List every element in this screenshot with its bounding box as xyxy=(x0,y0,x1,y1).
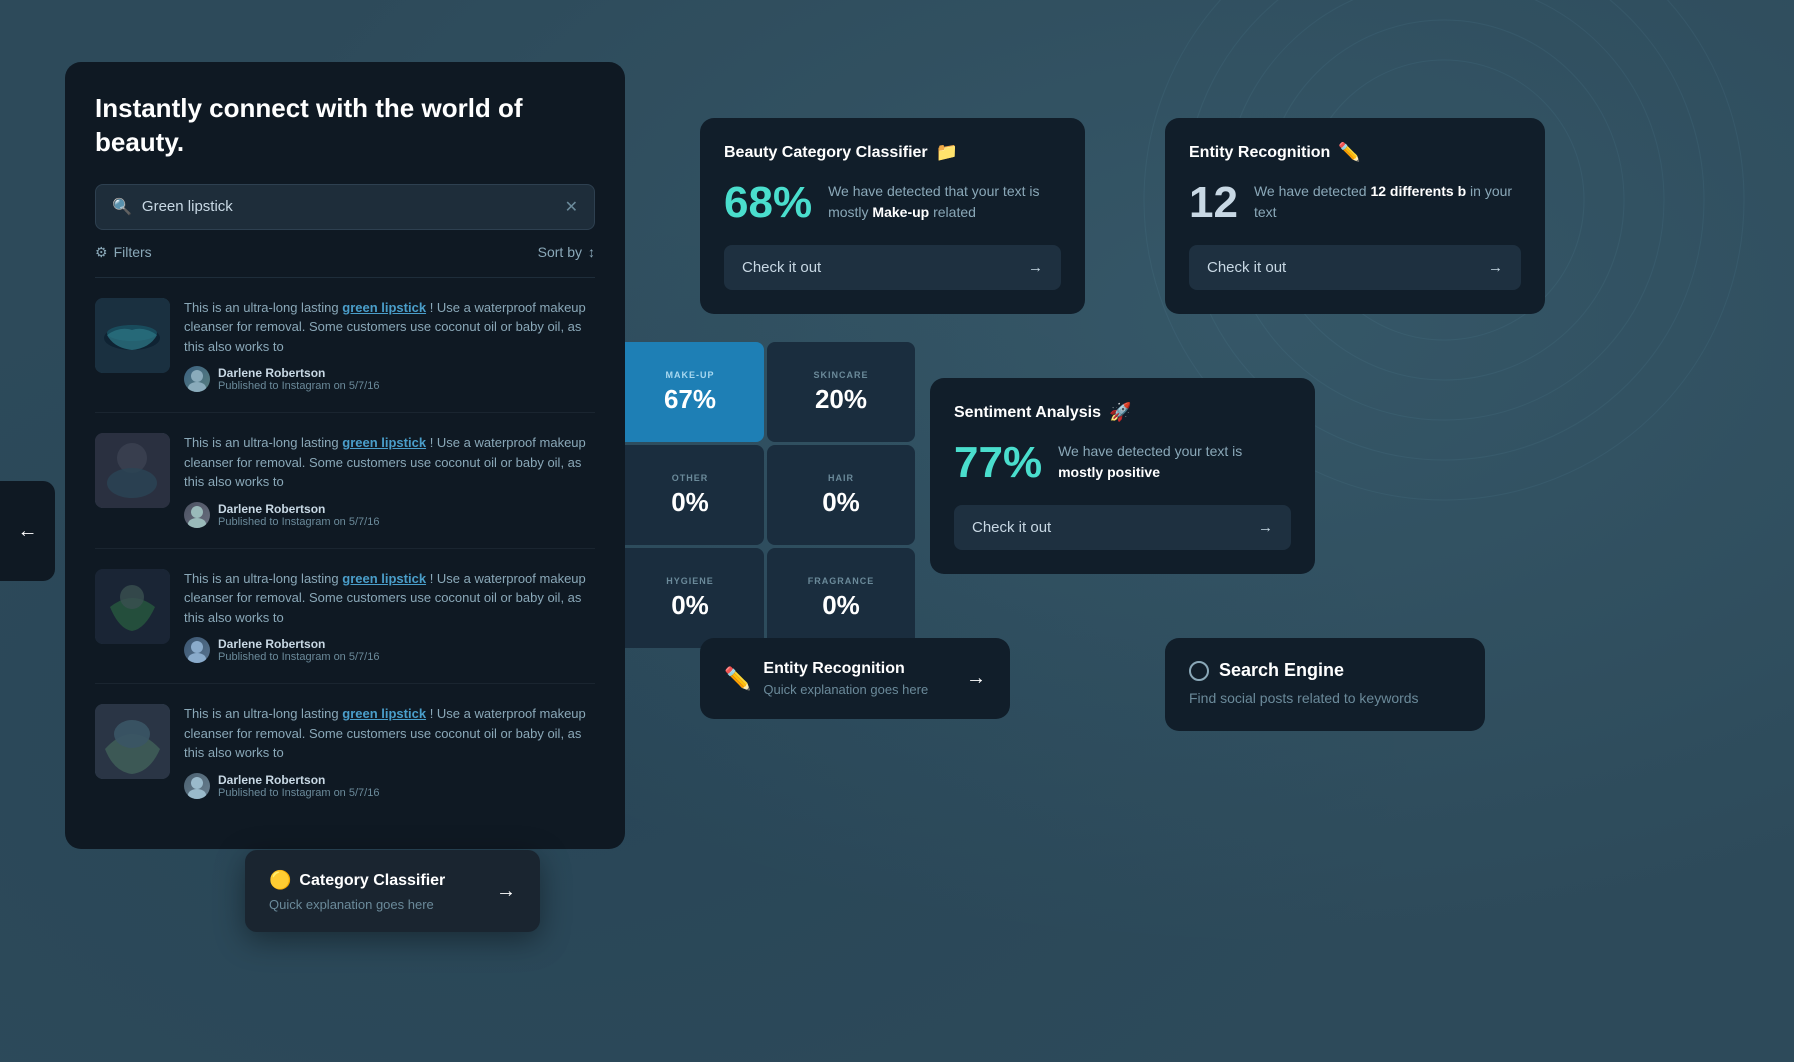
panel-title: Instantly connect with the world of beau… xyxy=(95,92,595,160)
author-avatar-2 xyxy=(184,502,210,528)
beauty-card-icon: 📁 xyxy=(936,142,958,163)
beauty-cta-arrow-icon: → xyxy=(1028,259,1043,276)
post-item: This is an ultra-long lasting green lips… xyxy=(95,704,595,819)
post-image-4 xyxy=(95,704,170,779)
left-panel: Instantly connect with the world of beau… xyxy=(65,62,625,849)
post-thumbnail-4 xyxy=(95,704,170,779)
entity-check-it-out-button[interactable]: Check it out → xyxy=(1189,245,1521,290)
post-content-4: This is an ultra-long lasting green lips… xyxy=(184,704,595,799)
search-clear-icon[interactable]: ✕ xyxy=(565,197,578,217)
beauty-card-title: Beauty Category Classifier 📁 xyxy=(724,142,1061,163)
post-author-4: Darlene Robertson Published to Instagram… xyxy=(184,773,595,799)
bottom-entity-text: Entity Recognition Quick explanation goe… xyxy=(763,660,928,697)
entity-card-number: 12 xyxy=(1189,181,1238,225)
post-thumbnail-2 xyxy=(95,433,170,508)
author-avatar-3 xyxy=(184,637,210,663)
sentiment-card-title: Sentiment Analysis 🚀 xyxy=(954,402,1291,423)
search-engine-description: Find social posts related to keywords xyxy=(1189,689,1461,709)
entity-card-title: Entity Recognition ✏️ xyxy=(1189,142,1521,163)
post-image-3 xyxy=(95,569,170,644)
entity-recognition-card-top: Entity Recognition ✏️ 12 We have detecte… xyxy=(1165,118,1545,314)
chart-card-makeup[interactable]: MAKE-UP 67% xyxy=(616,342,764,442)
filter-icon: ⚙ xyxy=(95,244,108,261)
entity-card-content: 12 We have detected 12 differents b in y… xyxy=(1189,181,1521,225)
sentiment-card-description: We have detected your text is mostly pos… xyxy=(1058,441,1291,483)
search-engine-title: Search Engine xyxy=(1189,660,1461,681)
sentiment-card-content: 77% We have detected your text is mostly… xyxy=(954,441,1291,485)
beauty-card-description: We have detected that your text is mostl… xyxy=(828,181,1061,223)
chart-card-hygiene[interactable]: HYGIENE 0% xyxy=(616,548,764,648)
beauty-classifier-card: Beauty Category Classifier 📁 68% We have… xyxy=(700,118,1085,314)
sentiment-check-it-out-button[interactable]: Check it out → xyxy=(954,505,1291,550)
sentiment-card-icon: 🚀 xyxy=(1109,402,1131,423)
beauty-card-percentage: 68% xyxy=(724,181,812,225)
post-text-4: This is an ultra-long lasting green lips… xyxy=(184,704,595,763)
post-author-1: Darlene Robertson Published to Instagram… xyxy=(184,366,595,392)
search-icon: 🔍 xyxy=(112,197,132,217)
post-text-2: This is an ultra-long lasting green lips… xyxy=(184,433,595,492)
chart-card-other[interactable]: OTHER 0% xyxy=(616,445,764,545)
search-engine-icon xyxy=(1189,661,1209,681)
author-info-4: Darlene Robertson Published to Instagram… xyxy=(218,773,379,799)
search-input[interactable] xyxy=(142,198,555,215)
search-engine-card: Search Engine Find social posts related … xyxy=(1165,638,1485,731)
entity-card-icon: ✏️ xyxy=(1338,142,1360,163)
chart-card-hair[interactable]: HAIR 0% xyxy=(767,445,915,545)
author-info-2: Darlene Robertson Published to Instagram… xyxy=(218,502,379,528)
post-text-3: This is an ultra-long lasting green lips… xyxy=(184,569,595,628)
bottom-entity-icon: ✏️ xyxy=(724,666,751,692)
bottom-entity-recognition-card[interactable]: ✏️ Entity Recognition Quick explanation … xyxy=(700,638,1010,719)
chart-card-skincare[interactable]: SKINCARE 20% xyxy=(767,342,915,442)
left-arrow-icon: ← xyxy=(18,520,38,543)
entity-cta-arrow-icon: → xyxy=(1488,259,1503,276)
beauty-card-content: 68% We have detected that your text is m… xyxy=(724,181,1061,225)
author-avatar-4 xyxy=(184,773,210,799)
sentiment-card-percentage: 77% xyxy=(954,441,1042,485)
sentiment-cta-arrow-icon: → xyxy=(1258,519,1273,536)
post-content-2: This is an ultra-long lasting green lips… xyxy=(184,433,595,528)
post-text-1: This is an ultra-long lasting green lips… xyxy=(184,298,595,357)
category-overlay-content: 🟡 Category Classifier Quick explanation … xyxy=(269,870,496,912)
search-bar[interactable]: 🔍 ✕ xyxy=(95,184,595,230)
post-item: This is an ultra-long lasting green lips… xyxy=(95,298,595,414)
sort-button[interactable]: Sort by ↕ xyxy=(538,244,595,260)
category-overlay-description: Quick explanation goes here xyxy=(269,897,496,912)
post-image-1 xyxy=(95,298,170,373)
filter-button[interactable]: ⚙ Filters xyxy=(95,244,152,261)
author-avatar-1 xyxy=(184,366,210,392)
post-item: This is an ultra-long lasting green lips… xyxy=(95,433,595,549)
left-scroll-arrow[interactable]: ← xyxy=(0,481,55,581)
category-icon: 🟡 xyxy=(269,870,291,891)
bottom-entity-content: ✏️ Entity Recognition Quick explanation … xyxy=(724,660,928,697)
category-classifier-overlay[interactable]: 🟡 Category Classifier Quick explanation … xyxy=(245,850,540,932)
author-info-3: Darlene Robertson Published to Instagram… xyxy=(218,637,379,663)
post-item: This is an ultra-long lasting green lips… xyxy=(95,569,595,685)
bottom-entity-arrow-icon[interactable]: → xyxy=(966,667,986,690)
post-thumbnail-1 xyxy=(95,298,170,373)
post-author-3: Darlene Robertson Published to Instagram… xyxy=(184,637,595,663)
post-author-2: Darlene Robertson Published to Instagram… xyxy=(184,502,595,528)
sentiment-analysis-card: Sentiment Analysis 🚀 77% We have detecte… xyxy=(930,378,1315,574)
wave-decoration xyxy=(1094,0,1794,700)
category-overlay-arrow[interactable]: → xyxy=(496,880,516,903)
chart-card-fragrance[interactable]: FRAGRANCE 0% xyxy=(767,548,915,648)
sort-icon: ↕ xyxy=(588,244,595,260)
entity-card-description: We have detected 12 differents b in your… xyxy=(1254,181,1521,223)
post-content-1: This is an ultra-long lasting green lips… xyxy=(184,298,595,393)
filter-sort-bar: ⚙ Filters Sort by ↕ xyxy=(95,244,595,278)
author-info-1: Darlene Robertson Published to Instagram… xyxy=(218,366,379,392)
post-image-2 xyxy=(95,433,170,508)
post-content-3: This is an ultra-long lasting green lips… xyxy=(184,569,595,664)
chart-grid: MAKE-UP 67% SKINCARE 20% OTHER 0% HAIR 0… xyxy=(616,342,915,648)
post-thumbnail-3 xyxy=(95,569,170,644)
category-overlay-title: 🟡 Category Classifier xyxy=(269,870,496,891)
beauty-check-it-out-button[interactable]: Check it out → xyxy=(724,245,1061,290)
